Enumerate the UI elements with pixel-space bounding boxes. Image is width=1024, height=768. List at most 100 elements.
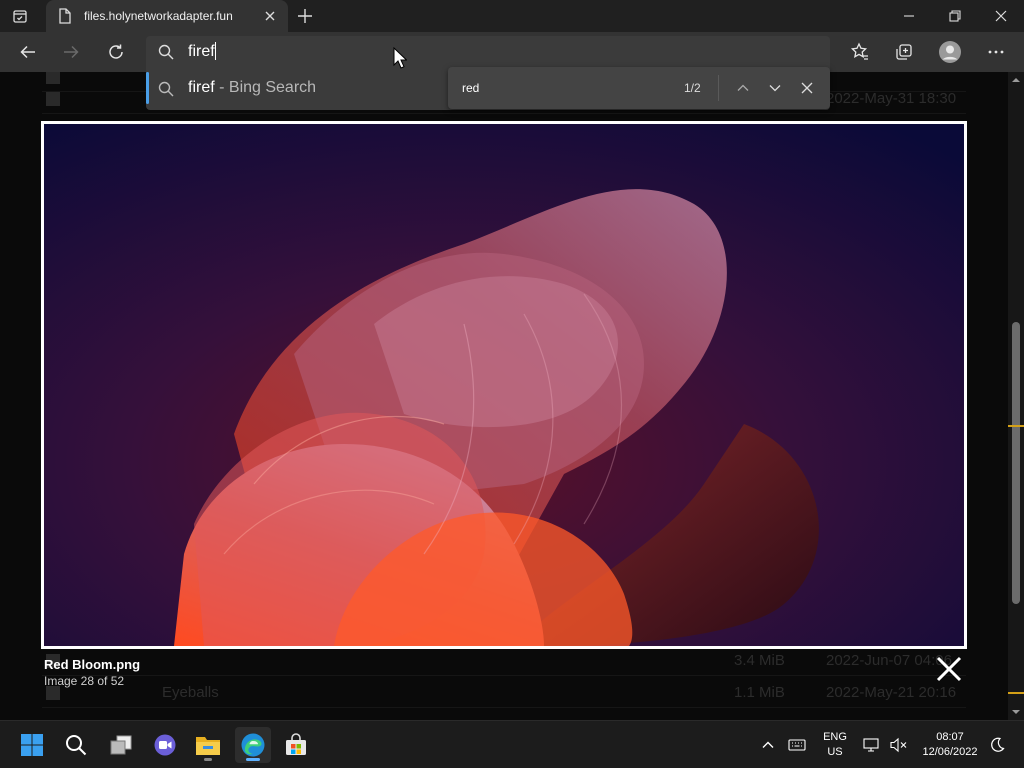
red-bloom-image [44,124,964,646]
tab-title: files.holynetworkadapter.fun [84,9,233,23]
refresh-icon [109,44,123,59]
tab-actions-button[interactable] [10,7,30,25]
file-explorer-button[interactable] [190,727,226,763]
settings-menu-button[interactable] [982,38,1010,66]
arrow-right-icon [64,45,79,59]
restore-icon [949,10,961,22]
edge-button[interactable] [235,727,271,763]
minimize-icon [904,15,914,17]
store-button[interactable] [278,727,314,763]
text-caret [215,42,216,60]
find-next-button[interactable] [765,78,785,98]
back-button[interactable] [14,38,42,66]
file-row[interactable]: 3.4 MiB 2022-Jun-07 04:06 [42,646,966,676]
tab-active[interactable]: files.holynetworkadapter.fun [46,0,288,32]
new-tab-icon[interactable] [294,6,316,26]
refresh-button[interactable] [102,38,130,66]
network-icon [863,738,879,752]
running-indicator [246,758,260,761]
chevron-down-icon [769,85,781,92]
chat-button[interactable] [147,727,183,763]
volume-button[interactable] [889,735,909,755]
find-close-button[interactable] [797,78,817,98]
image-file-icon [46,92,60,106]
address-input[interactable] [188,40,788,64]
screen: files.holynetworkadapter.fun 2022-May-31… [0,0,1024,768]
find-previous-button[interactable] [733,78,753,98]
keyboard-icon [788,739,806,751]
volume-muted-icon [890,737,907,753]
suggestion-suffix: - Bing Search [214,79,317,96]
search-icon [158,44,174,60]
chat-icon [154,734,176,756]
touch-keyboard-button[interactable] [787,735,807,755]
title-bar: files.holynetworkadapter.fun [0,0,1024,32]
lightbox-image-frame [41,121,967,649]
minimize-button[interactable] [886,0,932,32]
task-view-icon [110,735,132,755]
scroll-up-icon[interactable] [1012,76,1020,84]
favorites-button[interactable] [846,38,874,66]
search-icon [158,81,174,97]
scroll-thumb[interactable] [1012,322,1020,604]
address-bar[interactable] [146,36,830,68]
file-size: 1.1 MiB [734,684,785,701]
region-code: US [827,746,843,758]
task-view-button[interactable] [103,727,139,763]
profile-button[interactable] [936,38,964,66]
find-divider [718,75,719,101]
edge-icon [241,733,265,757]
tab-close-icon[interactable] [262,8,278,24]
forward-button[interactable] [57,38,85,66]
image-counter: Image 28 of 52 [44,674,125,688]
clock-time: 08:07 [936,731,964,743]
close-icon [801,82,813,94]
start-button[interactable] [14,727,50,763]
star-list-icon [850,42,868,60]
language-code: ENG [823,731,847,743]
image-file-icon [46,72,60,84]
tray-overflow-button[interactable] [758,735,778,755]
page-icon [59,8,71,24]
find-match-count: 1/2 [684,81,701,95]
find-match-marker [1008,692,1024,694]
scrollbar[interactable] [1008,72,1024,720]
file-date: 2022-May-21 20:16 [826,684,957,701]
file-size: 3.4 MiB [734,652,785,669]
search-icon [66,735,87,756]
file-date: 2022-May-31 18:30 [826,90,957,107]
close-window-button[interactable] [978,0,1024,32]
avatar-icon [939,41,961,63]
taskbar: ENG US 08:07 12/06/2022 [0,720,1024,768]
selection-indicator [146,72,149,104]
close-icon [995,10,1007,22]
suggestion-query: firef [188,79,215,96]
language-indicator[interactable]: ENG US [816,730,854,760]
start-icon [21,734,43,756]
taskbar-search-button[interactable] [58,727,94,763]
image-file-icon [46,686,60,700]
store-icon [286,733,306,755]
network-status-button[interactable] [862,735,882,755]
find-input[interactable] [462,78,642,98]
suggestion-item[interactable]: firef - Bing Search [188,79,316,97]
image-filename: Red Bloom.png [44,657,141,672]
scroll-down-icon[interactable] [1012,708,1020,716]
chevron-up-icon [762,741,774,748]
lightbox-close-icon[interactable] [934,654,964,684]
running-indicator [204,758,212,761]
clock-date: 12/06/2022 [922,746,978,758]
mouse-cursor-icon [393,47,407,69]
moon-icon [991,737,1005,752]
arrow-left-icon [20,45,35,59]
collections-button[interactable] [890,38,918,66]
find-bar: 1/2 [448,67,830,109]
focus-assist-button[interactable] [987,735,1007,755]
tab-actions-icon [13,10,27,23]
restore-button[interactable] [932,0,978,32]
file-explorer-icon [196,737,220,755]
chevron-up-icon [737,84,749,91]
clock[interactable]: 08:07 12/06/2022 [914,730,986,760]
file-row[interactable]: Eyeballs 1.1 MiB 2022-May-21 20:16 [42,678,966,708]
find-match-marker [1008,425,1024,427]
